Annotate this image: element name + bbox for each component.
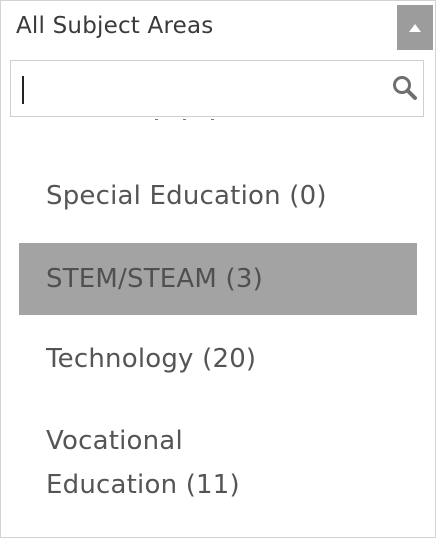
subject-area-select[interactable]: All Subject Areas <box>1 1 435 57</box>
option-label-line-1: Vocational <box>46 426 183 456</box>
dropdown-toggle-button[interactable] <box>397 5 433 50</box>
option-vocational-education[interactable]: Vocational Education (11) <box>19 419 417 507</box>
option-stem-steam[interactable]: STEM/STEAM (3) <box>19 243 417 315</box>
text-cursor <box>22 76 24 104</box>
clipped-list-item <box>47 119 247 131</box>
option-special-education[interactable]: Special Education (0) <box>19 174 417 218</box>
search-input[interactable] <box>21 69 381 109</box>
caret-up-icon <box>409 24 421 32</box>
search-icon <box>393 76 417 100</box>
search-field[interactable] <box>10 60 424 117</box>
option-technology[interactable]: Technology (20) <box>19 337 417 381</box>
options-list[interactable]: Special Education (0) STEM/STEAM (3) Tec… <box>1 119 435 537</box>
select-current-value[interactable]: All Subject Areas <box>16 13 213 39</box>
subject-area-dropdown: All Subject Areas Special Education (0) … <box>0 0 436 538</box>
option-label-line-2: Education (11) <box>46 470 240 500</box>
